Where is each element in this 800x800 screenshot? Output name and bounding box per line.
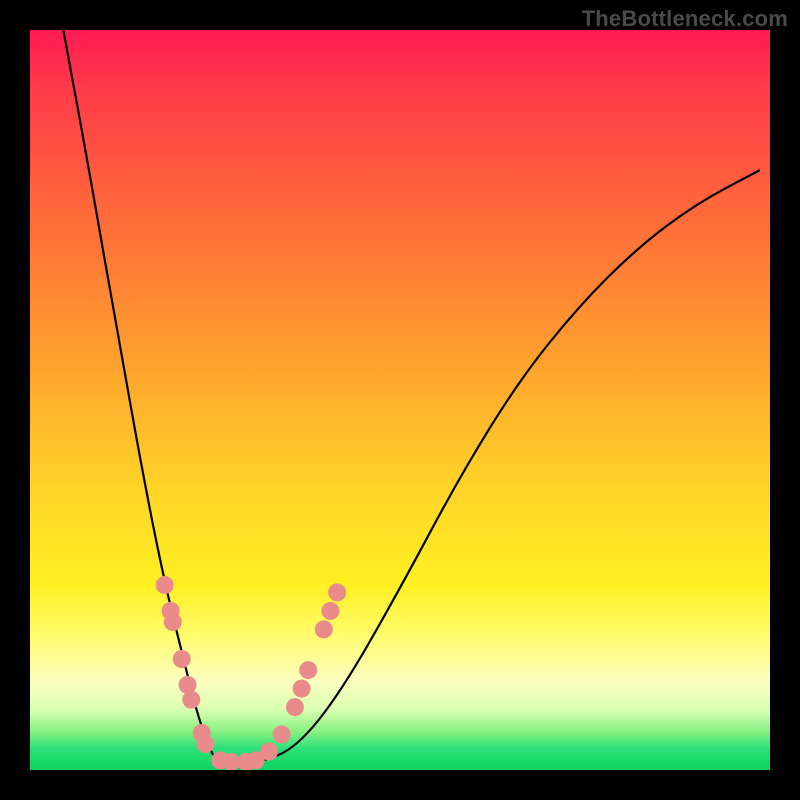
chart-plot-area <box>30 30 770 770</box>
curve-marker <box>164 613 182 631</box>
curve-marker <box>260 743 278 761</box>
curve-marker <box>315 620 333 638</box>
curve-marker <box>196 735 214 753</box>
bottleneck-curve <box>30 30 770 770</box>
curve-marker <box>321 602 339 620</box>
curve-marker <box>328 583 346 601</box>
curve-marker <box>286 698 304 716</box>
curve-marker <box>182 691 200 709</box>
curve-marker <box>156 576 174 594</box>
curve-marker <box>173 650 191 668</box>
curve-marker <box>299 661 317 679</box>
curve-marker <box>293 680 311 698</box>
watermark-label: TheBottleneck.com <box>582 6 788 32</box>
curve-marker <box>273 726 291 744</box>
